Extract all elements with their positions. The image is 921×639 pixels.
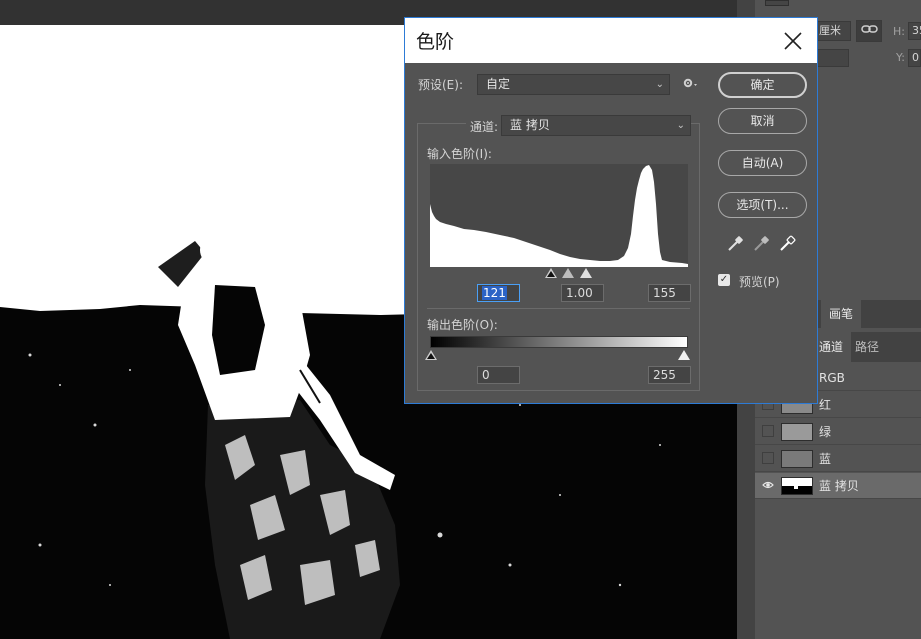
input-black-field[interactable]: 121 <box>477 284 520 302</box>
output-gradient-bar <box>430 336 688 348</box>
input-black-value: 121 <box>482 286 507 300</box>
input-gamma-value: 1.00 <box>566 286 593 300</box>
output-black-value: 0 <box>482 368 490 382</box>
channel-select[interactable]: 蓝 拷贝 ⌄ <box>501 115 691 136</box>
input-gamma-slider[interactable] <box>562 268 574 278</box>
input-white-value: 155 <box>653 286 676 300</box>
y-label: Y: <box>896 51 905 64</box>
channel-thumbnail <box>781 423 813 441</box>
link-icon[interactable] <box>856 20 882 42</box>
output-white-field[interactable]: 255 <box>648 366 691 384</box>
channel-label: 通道: <box>466 118 503 135</box>
preset-select[interactable]: 自定 ⌄ <box>477 74 670 95</box>
dialog-title: 色阶 <box>416 31 455 53</box>
chevron-down-icon: ⌄ <box>676 120 685 131</box>
visibility-toggle[interactable] <box>762 452 774 464</box>
dialog-titlebar[interactable]: 色阶 <box>405 18 817 63</box>
channel-row-blue[interactable]: 蓝 <box>755 446 921 472</box>
gear-icon[interactable] <box>682 76 698 93</box>
preset-value: 自定 <box>486 77 511 91</box>
input-black-slider-fill <box>547 271 555 277</box>
channel-row-green[interactable]: 绿 <box>755 419 921 445</box>
h-label: H: <box>893 25 905 38</box>
histogram-graph <box>430 165 688 267</box>
cancel-button[interactable]: 取消 <box>718 108 807 134</box>
output-levels-label: 输出色阶(O): <box>427 318 498 332</box>
levels-dialog: 色阶 预设(E): 自定 ⌄ 确定 取消 自动(A) 选项(T)... ✓ 预览… <box>404 17 818 404</box>
eye-icon[interactable] <box>762 479 774 491</box>
white-eyedropper-icon[interactable] <box>778 235 796 256</box>
input-white-field[interactable]: 155 <box>648 284 691 302</box>
channel-label: 蓝 <box>819 452 832 466</box>
output-black-field[interactable]: 0 <box>477 366 520 384</box>
output-white-value: 255 <box>653 368 676 382</box>
output-black-slider-fill <box>427 353 435 359</box>
histogram <box>430 164 688 267</box>
input-gamma-field[interactable]: 1.00 <box>561 284 604 302</box>
auto-button[interactable]: 自动(A) <box>718 150 807 176</box>
black-eyedropper-icon[interactable] <box>726 235 744 256</box>
options-button[interactable]: 选项(T)... <box>718 192 807 218</box>
x-field[interactable] <box>815 49 849 67</box>
tab-brush[interactable]: 画笔 <box>821 300 862 328</box>
height-field[interactable]: 35 <box>908 22 921 40</box>
channel-label: 红 <box>819 398 832 412</box>
visibility-toggle[interactable] <box>762 425 774 437</box>
input-levels-label: 输入色阶(I): <box>427 147 492 161</box>
unit-select[interactable]: 厘米 <box>815 21 851 41</box>
preset-label: 预设(E): <box>418 78 463 92</box>
channel-value: 蓝 拷贝 <box>510 118 550 132</box>
input-white-slider[interactable] <box>580 268 592 278</box>
gray-eyedropper-icon[interactable] <box>752 235 770 256</box>
channel-thumbnail <box>781 450 813 468</box>
height-value: 35 <box>912 24 921 37</box>
chevron-down-icon: ⌄ <box>655 79 664 90</box>
unit-label: 厘米 <box>819 24 841 37</box>
close-icon[interactable] <box>780 28 806 54</box>
output-white-slider[interactable] <box>678 350 690 360</box>
preview-checkbox[interactable]: ✓ <box>718 274 730 286</box>
properties-swatch[interactable] <box>765 0 789 6</box>
channel-label: 绿 <box>819 425 832 439</box>
channel-label: 蓝 拷贝 <box>819 479 859 493</box>
tab-paths[interactable]: 路径 <box>847 332 887 362</box>
channel-label: RGB <box>819 371 845 385</box>
preview-label: 预览(P) <box>739 275 780 289</box>
separator <box>427 308 690 309</box>
y-value: 0 <box>912 51 919 64</box>
channel-row-blue-copy[interactable]: 蓝 拷贝 <box>755 473 921 499</box>
channel-thumbnail <box>781 477 813 495</box>
ok-button[interactable]: 确定 <box>718 72 807 98</box>
y-field[interactable]: 0 <box>908 49 921 67</box>
